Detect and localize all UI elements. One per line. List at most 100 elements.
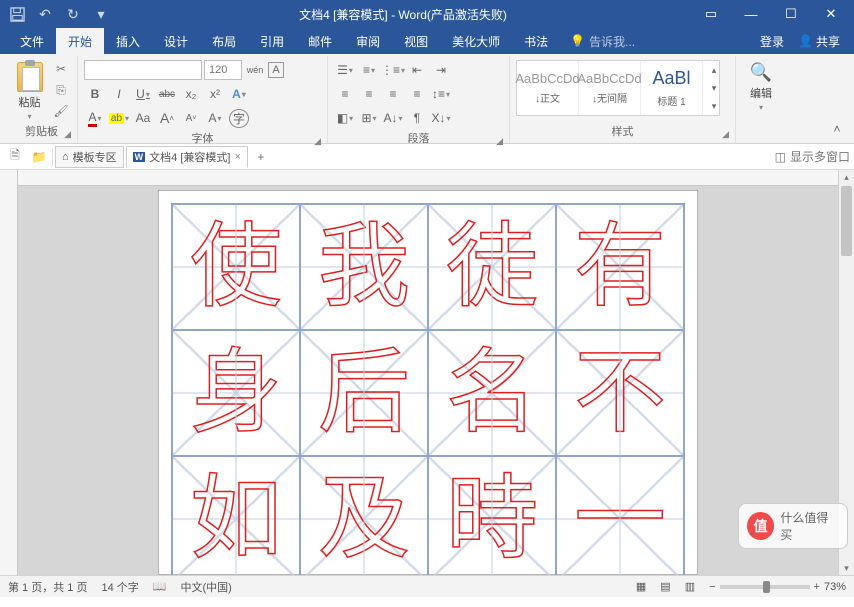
clipboard-dialog-launcher[interactable]: ◢ [64,129,71,140]
tab-mailings[interactable]: 邮件 [296,28,344,54]
line-spacing-button[interactable]: ↕≡ [430,84,452,104]
redo-button[interactable]: ↻ [60,2,86,26]
tab-references[interactable]: 引用 [248,28,296,54]
styles-dialog-launcher[interactable]: ◢ [722,129,729,140]
group-clipboard: 粘贴 ▾ ✂ ⎘ 🖌 剪贴板◢ [6,56,78,143]
spell-check-button[interactable]: 📖 [153,580,167,593]
strikethrough-button[interactable]: abc [156,84,178,104]
font-family-combo[interactable] [84,60,202,80]
show-marks-button[interactable]: ¶ [406,108,428,128]
shading-button[interactable]: ◧ [334,108,356,128]
font-color-button[interactable]: A [84,108,106,128]
view-print-button[interactable]: ▤ [660,580,670,593]
format-painter-button[interactable]: 🖌 [51,102,71,120]
qat-more-button[interactable]: ▾ [88,2,114,26]
italic-button[interactable]: I [108,84,130,104]
char-shading-button[interactable]: A [204,108,226,128]
page-indicator[interactable]: 第 1 页，共 1 页 [8,579,87,595]
ribbon-options-button[interactable]: ▭ [692,2,730,26]
char-border-button[interactable]: A [268,62,284,78]
scroll-up-button[interactable]: ▴ [839,170,854,184]
paste-button[interactable]: 粘贴 ▾ [12,60,47,121]
align-left-button[interactable]: ≡ [334,84,356,104]
tell-me-input[interactable]: 💡告诉我... [560,28,645,54]
tab-calligraphy[interactable]: 书法 [512,28,560,54]
phonetic-guide-button[interactable]: wén [244,60,266,80]
align-center-button[interactable]: ≡ [358,84,380,104]
share-icon: 👤 [798,34,813,48]
scroll-thumb[interactable] [841,186,852,256]
grid-cell: 徒 [428,204,556,330]
language-indicator[interactable]: 中文(中国) [180,579,231,595]
new-doc-button[interactable]: 🗎 [4,147,26,167]
tab-home[interactable]: 开始 [56,28,104,54]
multi-window-button[interactable]: ◫显示多窗口 [775,147,850,167]
style-heading1[interactable]: AaBl标题 1 [641,61,703,115]
tab-insert[interactable]: 插入 [104,28,152,54]
zoom-slider[interactable] [720,585,810,589]
vertical-ruler[interactable] [0,170,18,575]
styles-gallery[interactable]: AaBbCcDd↓正文 AaBbCcDd↓无间隔 AaBl标题 1 ▴▾▾ [516,60,720,116]
word-count[interactable]: 14 个字 [101,579,138,595]
grid-cell: 時 [428,456,556,575]
ribbon: 粘贴 ▾ ✂ ⎘ 🖌 剪贴板◢ 120 wén A B I U abc [0,54,854,144]
zoom-control: − + 73% [709,581,846,593]
maximize-button[interactable]: ☐ [772,2,810,26]
zoom-in-button[interactable]: + [814,581,820,593]
font-size-combo[interactable]: 120 [204,60,242,80]
cut-button[interactable]: ✂ [51,60,71,78]
grow-font-button[interactable]: A˄ [156,108,178,128]
font-dialog-launcher[interactable]: ◢ [314,136,321,147]
scroll-down-button[interactable]: ▾ [839,561,854,575]
superscript-button[interactable]: x² [204,84,226,104]
tab-review[interactable]: 审阅 [344,28,392,54]
save-button[interactable] [4,2,30,26]
group-styles: AaBbCcDd↓正文 AaBbCcDd↓无间隔 AaBl标题 1 ▴▾▾ 样式… [510,56,736,143]
tab-layout[interactable]: 布局 [200,28,248,54]
style-normal[interactable]: AaBbCcDd↓正文 [517,61,579,115]
text-direction-button[interactable]: X↓ [430,108,452,128]
underline-button[interactable]: U [132,84,154,104]
tab-design[interactable]: 设计 [152,28,200,54]
borders-button[interactable]: ⊞ [358,108,380,128]
justify-button[interactable]: ≡ [406,84,428,104]
subscript-button[interactable]: x₂ [180,84,202,104]
minimize-button[interactable]: — [732,2,770,26]
collapse-ribbon-button[interactable]: ˄ [826,119,848,139]
open-folder-button[interactable]: 📁 [28,147,50,167]
increase-indent-button[interactable]: ⇥ [430,60,452,80]
view-read-button[interactable]: ▦ [636,580,646,593]
numbering-button[interactable]: ≡ [358,60,380,80]
change-case-button[interactable]: Aa [132,108,154,128]
close-button[interactable]: ✕ [812,2,850,26]
zoom-out-button[interactable]: − [709,581,715,593]
highlight-button[interactable]: ab [108,108,130,128]
paragraph-dialog-launcher[interactable]: ◢ [496,136,503,147]
shrink-font-button[interactable]: A˅ [180,108,202,128]
decrease-indent-button[interactable]: ⇤ [406,60,428,80]
zoom-level[interactable]: 73% [824,581,846,593]
styles-up[interactable]: ▴ [703,61,725,79]
tab-beautify[interactable]: 美化大师 [440,28,512,54]
view-web-button[interactable]: ▥ [685,580,695,593]
text-effects-button[interactable]: A [228,84,250,104]
horizontal-ruler[interactable] [18,170,838,186]
styles-down[interactable]: ▾ [703,79,725,97]
editing-button[interactable]: 🔍 编辑 ▾ [742,60,780,112]
tab-view[interactable]: 视图 [392,28,440,54]
styles-more[interactable]: ▾ [703,97,725,115]
sort-button[interactable]: A↓ [382,108,404,128]
undo-button[interactable]: ↶ [32,2,58,26]
login-button[interactable]: 登录 [754,33,790,50]
bullets-button[interactable]: ☰ [334,60,356,80]
enclose-char-button[interactable]: 字 [228,108,250,128]
multilevel-button[interactable]: ⋮≡ [382,60,404,80]
align-right-button[interactable]: ≡ [382,84,404,104]
style-no-spacing[interactable]: AaBbCcDd↓无间隔 [579,61,641,115]
tab-file[interactable]: 文件 [8,28,56,54]
bold-button[interactable]: B [84,84,106,104]
share-button[interactable]: 👤共享 [792,33,846,50]
page[interactable]: 使 我 徒 有 身 后 名 不 如 及 時 一 [158,190,698,575]
copy-button[interactable]: ⎘ [51,81,71,99]
close-tab-button[interactable]: × [234,151,240,163]
